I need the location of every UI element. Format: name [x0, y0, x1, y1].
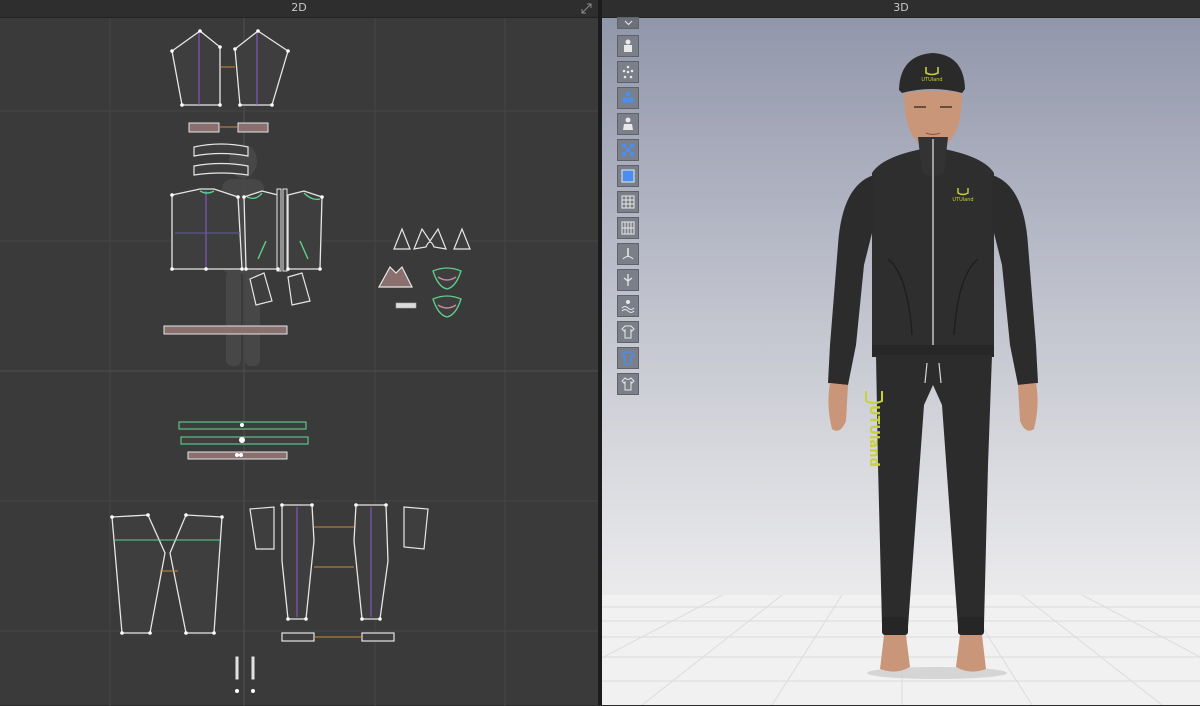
garment-shirt-icon[interactable] [617, 373, 639, 395]
jacket-hem-band [163, 325, 288, 335]
arrangement-points-icon[interactable] [617, 87, 639, 109]
pressure-gauge-icon[interactable] [617, 243, 639, 265]
stress-map-icon[interactable] [617, 295, 639, 317]
pants-pocket-patterns [249, 506, 429, 550]
pattern-2d-panel[interactable]: 2D [0, 0, 598, 706]
chevron-down-icon[interactable] [617, 17, 639, 29]
cap-strap-pattern [395, 302, 417, 309]
pants-back-pattern [111, 514, 223, 634]
garment-outline-icon[interactable] [617, 321, 639, 343]
panel-3d-header: 3D [602, 0, 1200, 18]
skeleton-points-icon[interactable] [617, 61, 639, 83]
mesh-grid-icon[interactable] [617, 191, 639, 213]
jacket-logo-text: UTUland [952, 197, 973, 203]
foot-left [880, 635, 910, 672]
sleeve-pattern-left [171, 30, 221, 106]
garment-selected-icon[interactable] [617, 347, 639, 369]
pocket-patterns [249, 272, 311, 306]
cap-panel-patterns [393, 227, 471, 250]
pants-front-pattern [281, 504, 389, 620]
expand-diagonal-icon[interactable] [581, 3, 592, 14]
viewer-toolbar [617, 17, 641, 399]
viewer-3d-panel[interactable]: 3D UTUland UTUland UTUland [602, 0, 1200, 705]
cap-brim-patterns [432, 267, 462, 318]
hand-left [828, 383, 848, 431]
pants-logo-text: UTUland [866, 405, 881, 467]
zipper-strip [276, 188, 288, 272]
sweatpants [876, 355, 992, 627]
jacket-front-right-pattern [287, 190, 323, 270]
pants-logo: UTUland [866, 405, 881, 467]
hand-right [1018, 383, 1038, 431]
cap [899, 53, 965, 93]
jacket-sleeve-right [992, 175, 1038, 385]
cap-logo-text: UTUland [921, 77, 942, 83]
avatar-silhouette-icon[interactable] [617, 113, 639, 135]
panel-3d-title: 3D [893, 1, 909, 14]
jacket-front-left-pattern [243, 190, 279, 270]
panel-2d-title: 2D [291, 1, 307, 14]
pattern-points-icon[interactable] [617, 139, 639, 161]
jacket-sleeve-left [828, 175, 874, 385]
avatar-3d-model[interactable]: UTUland UTUland UTUland [812, 45, 1072, 685]
panel-2d-header: 2D [0, 0, 598, 18]
drawstring-patterns [235, 656, 255, 680]
grid-icon[interactable] [617, 217, 639, 239]
sleeve-pattern-right [234, 30, 289, 106]
avatar-display-icon[interactable] [617, 35, 639, 57]
foot-right [956, 635, 986, 672]
strain-icon[interactable] [617, 269, 639, 291]
jacket-back-pattern [171, 188, 243, 270]
texture-surface-icon[interactable] [617, 165, 639, 187]
cap-front-patterns [377, 265, 413, 288]
pattern-canvas[interactable] [0, 18, 598, 706]
